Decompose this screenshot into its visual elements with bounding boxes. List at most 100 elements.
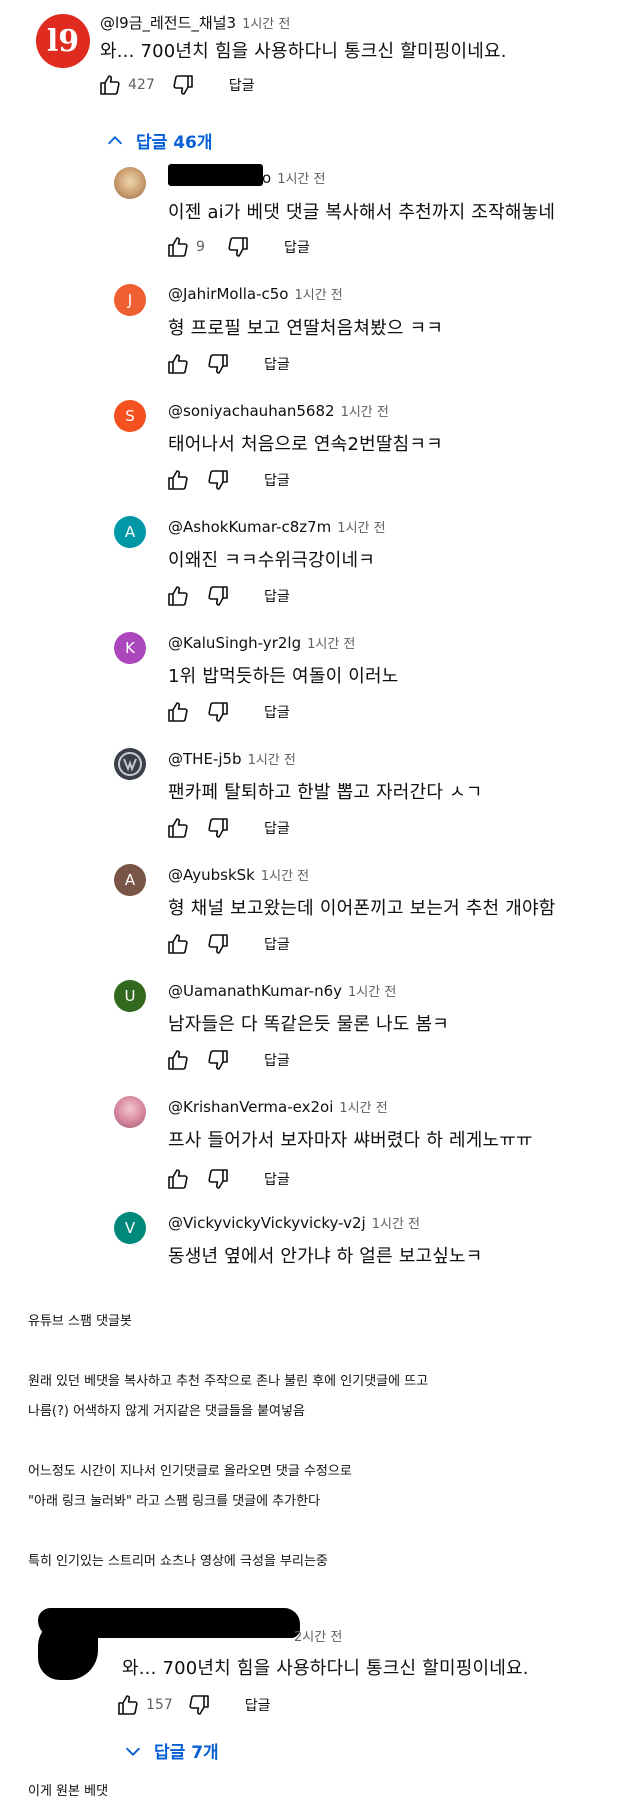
avatar-letter: V [124, 1219, 136, 1237]
reply-text: 이왜진 ㅋㅋ수위극강이네ㅋ [168, 550, 376, 571]
dislike-button[interactable] [206, 352, 230, 376]
reply-button[interactable]: 답글 [264, 818, 290, 838]
reply-button[interactable]: 답글 [264, 354, 290, 374]
avatar-letter: S [125, 407, 135, 425]
like-button[interactable] [166, 700, 190, 724]
reply-author[interactable]: @JahirMolla-c5o [168, 285, 288, 303]
reply-button[interactable]: 답글 [264, 1169, 290, 1189]
note-line: 어느정도 시간이 지나서 인기댓글로 올라오면 댓글 수정으로 [28, 1464, 352, 1479]
comment-text: 와... 700년치 힘을 사용하다니 통크신 할미핑이네요. [100, 41, 507, 62]
reply-avatar[interactable]: A [114, 516, 146, 548]
reply-button[interactable]: 답글 [264, 702, 290, 722]
reply-button[interactable]: 답글 [264, 470, 290, 490]
thumbs-down-icon [208, 934, 228, 954]
reply-button[interactable]: 답글 [229, 75, 255, 95]
reply-avatar[interactable]: J [114, 284, 146, 316]
reply-actions: 답글 [166, 581, 290, 611]
reply-author[interactable]: @AshokKumar-c8z7m [168, 518, 331, 536]
reply-author[interactable]: @AyubskSk [168, 866, 255, 884]
thumbs-down-icon [173, 75, 193, 95]
reply-time[interactable]: 1시간 전 [372, 1217, 420, 1232]
reply-text: 팬카페 탈퇴하고 한발 뽑고 자러간다 ㅅㄱ [168, 782, 483, 803]
thumbs-up-icon [168, 237, 188, 257]
reply-author[interactable]: @VickyvickyVickyvicky-v2j [168, 1214, 366, 1232]
reply-time[interactable]: 1시간 전 [294, 288, 342, 303]
reply-author[interactable]: @soniyachauhan5682 [168, 402, 335, 420]
reply-time[interactable]: 1시간 전 [307, 637, 355, 652]
like-button[interactable] [166, 468, 190, 492]
thumbs-up-icon [168, 470, 188, 490]
comment-author[interactable]: @l9금_레전드_채널3 [100, 14, 236, 32]
reply-author[interactable]: @THE-j5b [168, 750, 242, 768]
reply-actions: 9 답글 [166, 232, 310, 262]
reply-time[interactable]: 1시간 전 [339, 1101, 387, 1116]
reply-author[interactable]: @UamanathKumar-n6y [168, 982, 342, 1000]
reply-actions: 답글 [166, 929, 290, 959]
comment-time[interactable]: 2시간 전 [294, 1630, 342, 1645]
dislike-button[interactable] [171, 73, 195, 97]
thumbs-down-icon [189, 1695, 209, 1715]
dislike-button[interactable] [206, 816, 230, 840]
channel-avatar[interactable]: l9 [36, 14, 90, 68]
reply-avatar[interactable] [114, 1096, 146, 1128]
like-button[interactable] [98, 73, 122, 97]
dislike-button[interactable] [206, 584, 230, 608]
wheel-logo-icon [118, 752, 142, 776]
reply-time[interactable]: 1시간 전 [277, 172, 325, 187]
reply-button[interactable]: 답글 [245, 1695, 271, 1715]
dislike-button[interactable] [187, 1693, 211, 1717]
reply-avatar[interactable]: U [114, 980, 146, 1012]
reply-button[interactable]: 답글 [284, 237, 310, 257]
like-button[interactable] [166, 584, 190, 608]
reply-avatar[interactable]: V [114, 1212, 146, 1244]
reply-time[interactable]: 1시간 전 [348, 985, 396, 1000]
like-count: 427 [128, 77, 155, 93]
reply-author[interactable]: @KaluSingh-yr2lg [168, 634, 301, 652]
avatar-logo-text: l9 [46, 23, 80, 59]
replies-toggle[interactable]: 답글 7개 [122, 1738, 219, 1763]
like-button[interactable] [116, 1693, 140, 1717]
thumbs-up-icon [168, 354, 188, 374]
note-title: 유튜브 스팸 댓글봇 [28, 1314, 132, 1329]
dislike-button[interactable] [206, 932, 230, 956]
reply-button[interactable]: 답글 [264, 586, 290, 606]
thumbs-up-icon [100, 75, 120, 95]
reply-button[interactable]: 답글 [264, 1050, 290, 1070]
dislike-button[interactable] [226, 235, 250, 259]
thumbs-down-icon [208, 1169, 228, 1189]
reply-time[interactable]: 1시간 전 [337, 521, 385, 536]
dislike-button[interactable] [206, 1167, 230, 1191]
reply-avatar[interactable]: K [114, 632, 146, 664]
thumbs-up-icon [168, 1050, 188, 1070]
reply-button[interactable]: 답글 [264, 934, 290, 954]
reply-time[interactable]: 1시간 전 [248, 753, 296, 768]
reply-author[interactable]: o [262, 169, 271, 187]
like-count: 157 [146, 1697, 173, 1713]
dislike-button[interactable] [206, 700, 230, 724]
thumbs-down-icon [208, 818, 228, 838]
like-button[interactable] [166, 352, 190, 376]
comment-time[interactable]: 1시간 전 [242, 17, 290, 32]
thumbs-up-icon [168, 702, 188, 722]
reply-avatar[interactable]: A [114, 864, 146, 896]
reply-time[interactable]: 1시간 전 [261, 869, 309, 884]
reply-author[interactable]: @KrishanVerma-ex2oi [168, 1098, 333, 1116]
reply-text: 태어나서 처음으로 연속2번딸침ㅋㅋ [168, 434, 443, 455]
like-button[interactable] [166, 932, 190, 956]
like-button[interactable] [166, 235, 190, 259]
comment-header: 2시간 전 [294, 1626, 342, 1645]
reply-time[interactable]: 1시간 전 [341, 405, 389, 420]
reply-text: 형 채널 보고왔는데 이어폰끼고 보는거 추천 개야함 [168, 898, 556, 919]
reply-avatar[interactable] [114, 167, 146, 199]
replies-toggle[interactable]: 답글 46개 [104, 128, 213, 153]
reply-avatar[interactable] [114, 748, 146, 780]
like-button[interactable] [166, 1167, 190, 1191]
like-button[interactable] [166, 1048, 190, 1072]
redacted-avatar [38, 1620, 98, 1680]
reply-avatar[interactable]: S [114, 400, 146, 432]
dislike-button[interactable] [206, 468, 230, 492]
comment-header: @l9금_레전드_채널3 1시간 전 [100, 12, 290, 33]
like-button[interactable] [166, 816, 190, 840]
dislike-button[interactable] [206, 1048, 230, 1072]
avatar-letter: A [124, 871, 136, 889]
